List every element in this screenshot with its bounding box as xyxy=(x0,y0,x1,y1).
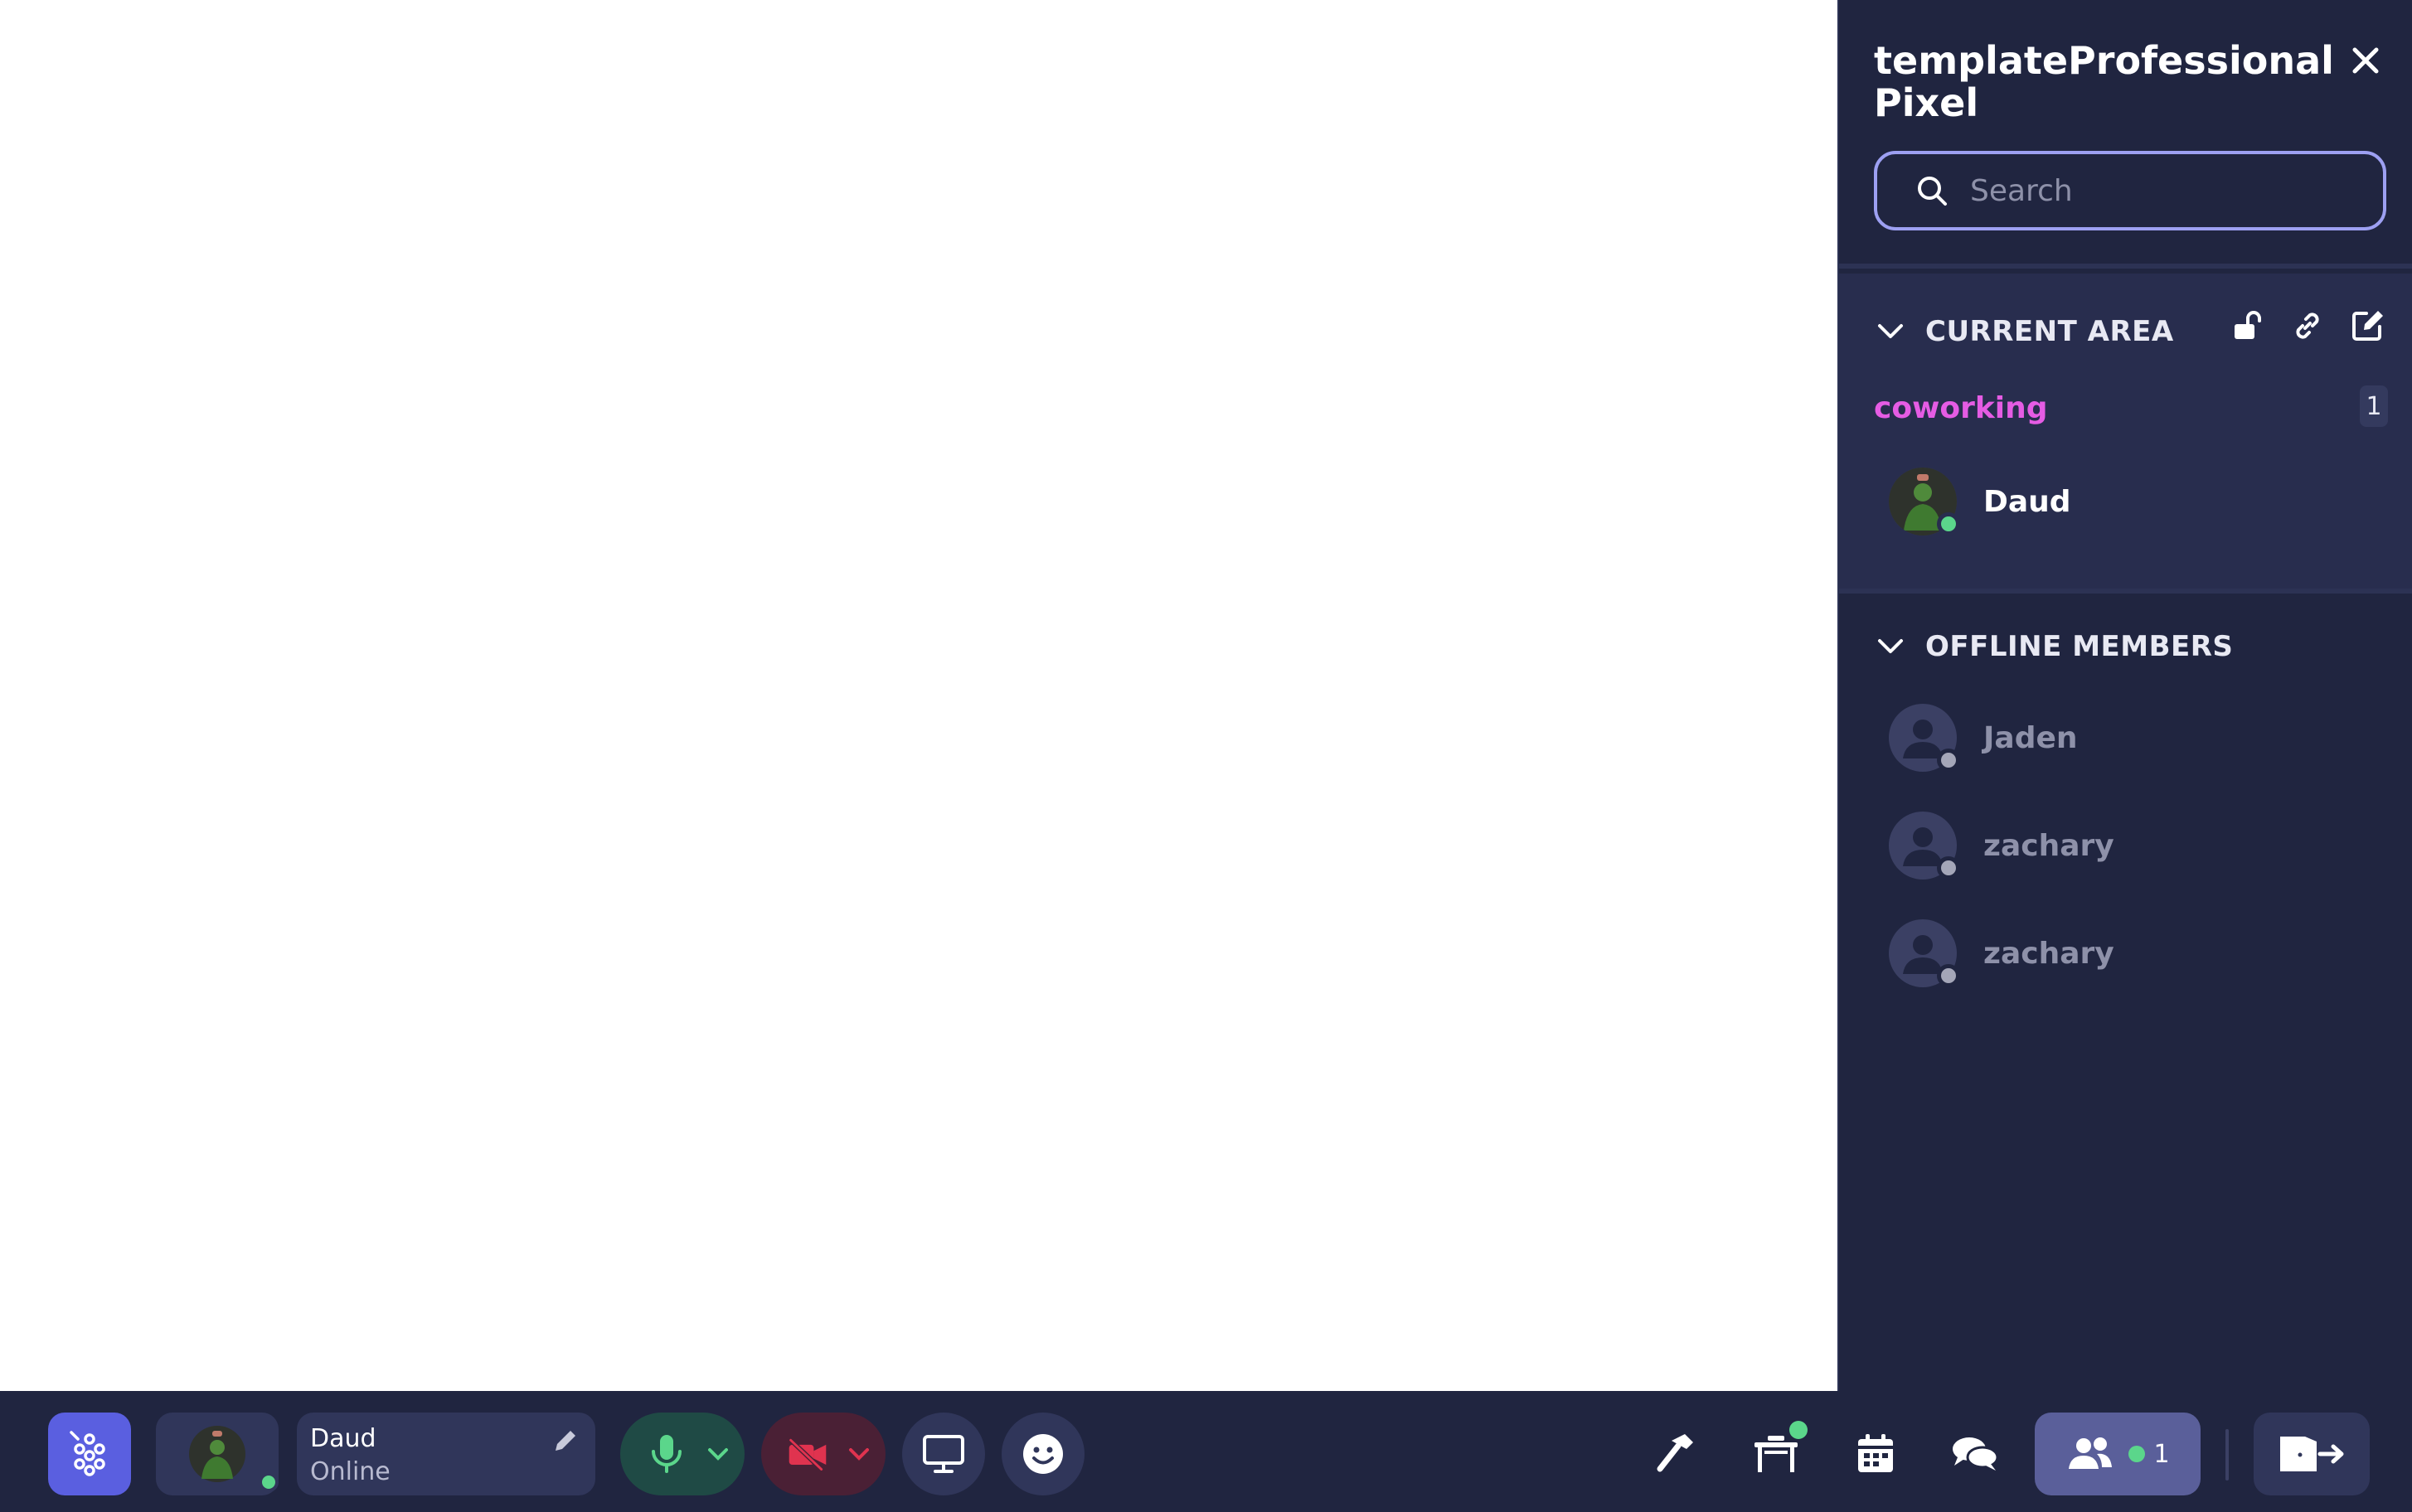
main-canvas[interactable] xyxy=(0,0,1837,1391)
current-area-label: CURRENT AREA xyxy=(1925,315,2174,348)
space-title: templateProfessionalPixel xyxy=(1874,38,2334,125)
divider xyxy=(2225,1429,2229,1480)
my-status: Online xyxy=(310,1457,391,1486)
close-icon xyxy=(2352,47,2379,74)
current-area-section: CURRENT AREA coworking 1 Daud xyxy=(1839,274,2412,589)
app-menu-button[interactable] xyxy=(48,1413,131,1495)
screen-share-icon xyxy=(923,1435,964,1473)
avatar xyxy=(1889,919,1960,987)
member-row-offline[interactable]: zachary xyxy=(1889,808,2114,883)
member-name: zachary xyxy=(1983,828,2114,863)
unlock-icon[interactable] xyxy=(2229,307,2267,345)
desk-button[interactable] xyxy=(1743,1421,1809,1487)
area-member-count: 1 xyxy=(2360,385,2388,427)
video-off-icon xyxy=(786,1432,829,1476)
member-row-offline[interactable]: zachary xyxy=(1889,916,2114,991)
people-panel-button[interactable]: 1 xyxy=(2035,1413,2201,1495)
online-status-dot xyxy=(1937,512,1960,536)
offline-status-dot xyxy=(1937,856,1960,880)
chat-icon xyxy=(1953,1437,1999,1471)
divider xyxy=(1839,589,2412,594)
emoji-reaction-button[interactable] xyxy=(1002,1413,1085,1495)
offline-status-dot xyxy=(1937,749,1960,772)
desk-icon xyxy=(1754,1436,1798,1472)
chevron-down-icon[interactable] xyxy=(844,1439,874,1469)
divider xyxy=(1839,264,2412,269)
chevron-down-icon[interactable] xyxy=(703,1439,733,1469)
search-icon xyxy=(1914,172,1950,209)
my-name: Daud xyxy=(310,1424,376,1453)
my-avatar-button[interactable] xyxy=(156,1413,279,1495)
logo-icon xyxy=(70,1431,105,1476)
people-icon xyxy=(2069,1437,2113,1469)
edit-icon[interactable] xyxy=(2348,307,2386,345)
screen-share-button[interactable] xyxy=(902,1413,985,1495)
leave-button[interactable] xyxy=(2254,1413,2370,1495)
leave-icon xyxy=(2280,1437,2344,1471)
member-name: Daud xyxy=(1983,484,2071,519)
chevron-down-icon xyxy=(1874,315,1907,348)
bottom-toolbar: Daud Online 1 xyxy=(0,1391,2412,1512)
search-box[interactable] xyxy=(1874,151,2386,230)
microphone-icon xyxy=(645,1432,688,1476)
avatar xyxy=(189,1426,245,1482)
offline-status-dot xyxy=(1937,964,1960,987)
member-row-online[interactable]: Daud xyxy=(1889,464,2071,539)
calendar-button[interactable] xyxy=(1842,1421,1909,1487)
close-panel-button[interactable] xyxy=(2346,41,2385,80)
hammer-icon xyxy=(1657,1434,1693,1472)
chevron-down-icon xyxy=(1874,630,1907,663)
search-input[interactable] xyxy=(1970,173,2351,208)
microphone-toggle[interactable] xyxy=(620,1413,745,1495)
current-area-header[interactable]: CURRENT AREA xyxy=(1874,307,2174,356)
area-actions xyxy=(2229,307,2386,345)
members-panel: templateProfessionalPixel CURRENT AREA xyxy=(1837,0,2412,1391)
my-status-card[interactable]: Daud Online xyxy=(297,1413,595,1495)
link-icon[interactable] xyxy=(2288,307,2327,345)
emoji-icon xyxy=(1023,1434,1063,1474)
avatar xyxy=(1889,812,1960,880)
area-name[interactable]: coworking xyxy=(1874,391,2048,425)
online-status-dot xyxy=(259,1472,279,1492)
build-tool-button[interactable] xyxy=(1643,1421,1710,1487)
avatar xyxy=(1889,704,1960,772)
notification-dot xyxy=(1789,1421,1808,1439)
member-name: zachary xyxy=(1983,936,2114,971)
avatar xyxy=(1889,468,1960,536)
offline-members-label: OFFLINE MEMBERS xyxy=(1925,630,2234,663)
camera-toggle[interactable] xyxy=(761,1413,886,1495)
pencil-icon[interactable] xyxy=(551,1426,580,1456)
member-name: Jaden xyxy=(1983,720,2078,755)
online-count: 1 xyxy=(2153,1439,2170,1469)
offline-members-header[interactable]: OFFLINE MEMBERS xyxy=(1874,622,2233,671)
calendar-icon xyxy=(1858,1434,1893,1472)
chat-button[interactable] xyxy=(1942,1421,2008,1487)
online-status-dot xyxy=(2128,1446,2146,1462)
member-row-offline[interactable]: Jaden xyxy=(1889,700,2078,775)
